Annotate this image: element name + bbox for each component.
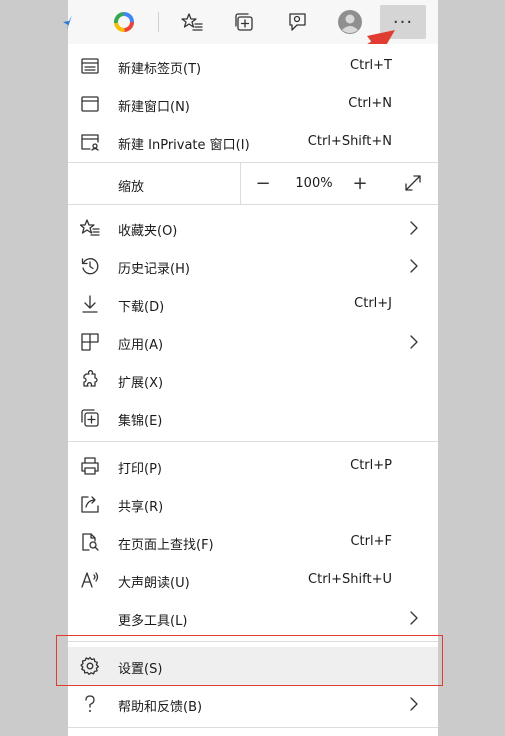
chevron-right-icon: [406, 220, 422, 236]
new-window-icon: [80, 94, 100, 114]
toolbar-divider: [158, 12, 159, 32]
apps-label: 应用(A): [118, 338, 164, 353]
menu-item-share[interactable]: 共享(R): [68, 485, 438, 523]
share-icon: [80, 494, 100, 514]
new-window-shortcut: Ctrl+N: [348, 96, 392, 111]
inprivate-window-icon: [80, 132, 100, 152]
zoom-divider: [240, 162, 241, 204]
more-tools-label: 更多工具(L): [118, 614, 188, 629]
menu-item-more-tools[interactable]: 更多工具(L): [68, 599, 438, 637]
colorful-extension-icon[interactable]: [110, 8, 138, 36]
fullscreen-icon[interactable]: [402, 172, 424, 194]
new-tab-icon: [80, 56, 100, 76]
share-label: 共享(R): [118, 500, 164, 515]
menu-divider: [68, 204, 438, 205]
collections-icon: [80, 408, 100, 428]
collections-label: 集锦(E): [118, 414, 163, 429]
menu-item-print[interactable]: 打印(P) Ctrl+P: [68, 447, 438, 485]
menu-item-new-tab[interactable]: 新建标签页(T) Ctrl+T: [68, 47, 438, 85]
favorite-star-icon[interactable]: [54, 8, 82, 36]
chevron-right-icon: [406, 258, 422, 274]
new-inprivate-shortcut: Ctrl+Shift+N: [307, 134, 392, 149]
menu-divider: [68, 727, 438, 728]
zoom-out-button[interactable]: −: [252, 172, 274, 194]
menu-item-apps[interactable]: 应用(A): [68, 323, 438, 361]
zoom-row: 缩放 − 100% +: [68, 162, 438, 204]
zoom-in-button[interactable]: +: [349, 172, 371, 194]
menu-item-collections[interactable]: 集锦(E): [68, 399, 438, 437]
new-tab-label: 新建标签页(T): [118, 62, 202, 77]
settings-highlight-box: [56, 635, 443, 686]
chevron-right-icon: [406, 610, 422, 626]
browser-menu: 新建标签页(T) Ctrl+T 新建窗口(N) Ctrl+N 新建 InPriv…: [68, 44, 438, 736]
new-inprivate-label: 新建 InPrivate 窗口(I): [118, 138, 250, 153]
favorites-star-list-icon[interactable]: [178, 8, 206, 36]
find-label: 在页面上查找(F): [118, 538, 214, 553]
new-tab-shortcut: Ctrl+T: [350, 58, 392, 73]
printer-icon: [80, 456, 100, 476]
downloads-label: 下载(D): [118, 300, 165, 315]
print-label: 打印(P): [118, 462, 162, 477]
help-label: 帮助和反馈(B): [118, 700, 203, 715]
menu-item-history[interactable]: 历史记录(H): [68, 247, 438, 285]
puzzle-extensions-icon: [80, 370, 100, 390]
collections-icon[interactable]: [230, 8, 258, 36]
help-question-icon: [80, 694, 100, 714]
menu-item-read-aloud[interactable]: 大声朗读(U) Ctrl+Shift+U: [68, 561, 438, 599]
menu-item-downloads[interactable]: 下载(D) Ctrl+J: [68, 285, 438, 323]
menu-item-new-inprivate[interactable]: 新建 InPrivate 窗口(I) Ctrl+Shift+N: [68, 123, 438, 161]
find-shortcut: Ctrl+F: [350, 534, 392, 549]
history-icon: [80, 256, 100, 276]
read-aloud-icon: [80, 570, 100, 590]
chevron-right-icon: [406, 334, 422, 350]
menu-item-help[interactable]: 帮助和反馈(B): [68, 685, 438, 723]
extensions-label: 扩展(X): [118, 376, 164, 391]
apps-icon: [80, 332, 100, 352]
new-window-label: 新建窗口(N): [118, 100, 190, 115]
chevron-right-icon: [406, 696, 422, 712]
menu-item-favorites[interactable]: 收藏夹(O): [68, 209, 438, 247]
zoom-label: 缩放: [118, 180, 145, 195]
history-label: 历史记录(H): [118, 262, 190, 277]
read-aloud-label: 大声朗读(U): [118, 576, 190, 591]
menu-item-extensions[interactable]: 扩展(X): [68, 361, 438, 399]
downloads-shortcut: Ctrl+J: [354, 296, 392, 311]
download-icon: [80, 294, 100, 314]
print-shortcut: Ctrl+P: [350, 458, 392, 473]
find-on-page-icon: [80, 532, 100, 552]
read-aloud-shortcut: Ctrl+Shift+U: [308, 572, 392, 587]
favorites-icon: [80, 218, 100, 238]
menu-divider: [68, 441, 438, 442]
menu-item-new-window[interactable]: 新建窗口(N) Ctrl+N: [68, 85, 438, 123]
favorites-label: 收藏夹(O): [118, 224, 178, 239]
zoom-level: 100%: [295, 176, 333, 191]
menu-item-find[interactable]: 在页面上查找(F) Ctrl+F: [68, 523, 438, 561]
